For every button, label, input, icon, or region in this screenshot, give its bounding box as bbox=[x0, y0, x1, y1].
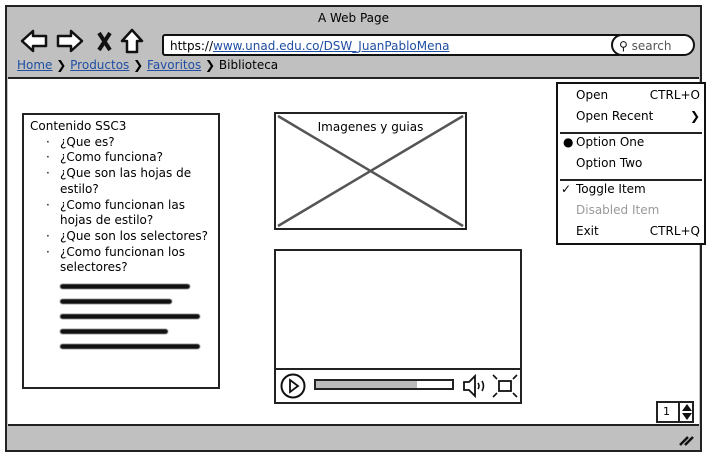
resize-grip-icon[interactable] bbox=[678, 433, 694, 447]
list-item: ¿Como funcionan las hojas de estilo? bbox=[46, 198, 212, 229]
scribble-text bbox=[30, 284, 212, 350]
page-content: Contenido SSC3 ¿Que es? ¿Como funciona? … bbox=[8, 77, 706, 426]
menu-item-open-recent[interactable]: Open Recent ❯ bbox=[576, 109, 700, 127]
progress-fill bbox=[316, 381, 417, 388]
menu-label: Open Recent bbox=[576, 109, 654, 123]
content-list-panel: Contenido SSC3 ¿Que es? ¿Como funciona? … bbox=[22, 113, 220, 389]
panel-title: Contenido SSC3 bbox=[30, 119, 127, 133]
image-caption: Imagenes y guias bbox=[317, 120, 424, 134]
breadcrumb-home[interactable]: Home bbox=[17, 58, 52, 72]
breadcrumb: Home ❯ Productos ❯ Favoritos ❯ Bibliotec… bbox=[17, 58, 278, 72]
menu-shortcut: CTRL+Q bbox=[649, 224, 700, 238]
video-progress-bar[interactable] bbox=[314, 379, 454, 390]
menu-shortcut: CTRL+O bbox=[649, 88, 700, 102]
menu-item-option-two[interactable]: Option Two bbox=[576, 156, 700, 174]
nav-buttons bbox=[20, 28, 144, 54]
menu-item-option-one[interactable]: ● Option One bbox=[563, 135, 700, 153]
menu-label: Option Two bbox=[576, 156, 643, 170]
list-item: ¿Que son las hojas de estilo? bbox=[46, 166, 212, 197]
home-icon[interactable] bbox=[120, 28, 144, 54]
video-controls bbox=[276, 368, 520, 402]
menu-divider bbox=[560, 132, 702, 134]
window-title: A Web Page bbox=[317, 11, 390, 25]
menu-item-open[interactable]: Open CTRL+O bbox=[576, 88, 700, 106]
list-item: ¿Que es? bbox=[46, 135, 212, 151]
search-placeholder: search bbox=[631, 39, 672, 53]
breadcrumb-productos[interactable]: Productos bbox=[70, 58, 129, 72]
list-item: ¿Que son los selectores? bbox=[46, 229, 212, 245]
menu-label: Exit bbox=[576, 224, 599, 238]
menu-item-toggle[interactable]: ✓ Toggle Item bbox=[561, 182, 700, 200]
play-icon[interactable] bbox=[280, 373, 308, 399]
stepper-value: 1 bbox=[663, 405, 670, 418]
stepper-arrows[interactable] bbox=[678, 403, 692, 421]
menu-item-disabled: Disabled Item bbox=[576, 203, 700, 221]
video-player bbox=[274, 249, 522, 404]
breadcrumb-favoritos[interactable]: Favoritos bbox=[147, 58, 201, 72]
menu-item-exit[interactable]: Exit CTRL+Q bbox=[576, 224, 700, 242]
menu-label: Option One bbox=[576, 135, 645, 149]
chevron-right-icon: ❯ bbox=[689, 109, 700, 123]
url-input[interactable]: https://www.unad.edu.co/DSW_JuanPabloMen… bbox=[162, 34, 622, 56]
browser-window: A Web Page https://www.unad.edu.co/DSW_J… bbox=[5, 5, 706, 452]
image-placeholder: Imagenes y guias bbox=[274, 112, 467, 230]
url-prefix: https:// bbox=[170, 39, 214, 53]
breadcrumb-current: Biblioteca bbox=[218, 58, 279, 72]
volume-icon[interactable] bbox=[462, 374, 490, 398]
radio-dot-icon: ● bbox=[563, 135, 574, 149]
search-icon: ⚲ bbox=[619, 39, 628, 53]
list-item: ¿Como funcionan los selectores? bbox=[46, 245, 212, 276]
menu-label: Toggle Item bbox=[576, 182, 646, 196]
menu-label: Open bbox=[576, 88, 609, 102]
search-input[interactable]: ⚲ search bbox=[611, 34, 695, 56]
up-down-arrows-icon[interactable] bbox=[680, 403, 694, 421]
menu-label: Disabled Item bbox=[576, 203, 660, 217]
fullscreen-icon[interactable] bbox=[492, 374, 518, 398]
topic-list: ¿Que es? ¿Como funciona? ¿Que son las ho… bbox=[46, 135, 212, 276]
chevron-right-icon: ❯ bbox=[56, 58, 67, 72]
list-item: ¿Como funciona? bbox=[46, 150, 212, 166]
back-icon[interactable] bbox=[20, 29, 48, 53]
forward-icon[interactable] bbox=[56, 29, 84, 53]
chevron-right-icon: ❯ bbox=[133, 58, 144, 72]
stop-icon[interactable] bbox=[97, 31, 112, 52]
chevron-right-icon: ❯ bbox=[205, 58, 216, 72]
checkmark-icon: ✓ bbox=[561, 182, 572, 196]
url-link[interactable]: www.unad.edu.co/DSW_JuanPabloMena bbox=[213, 39, 449, 53]
context-menu: Open CTRL+O Open Recent ❯ ● Option One Opti… bbox=[556, 82, 706, 245]
page-stepper[interactable]: 1 bbox=[656, 401, 694, 423]
menu-divider bbox=[560, 179, 702, 181]
